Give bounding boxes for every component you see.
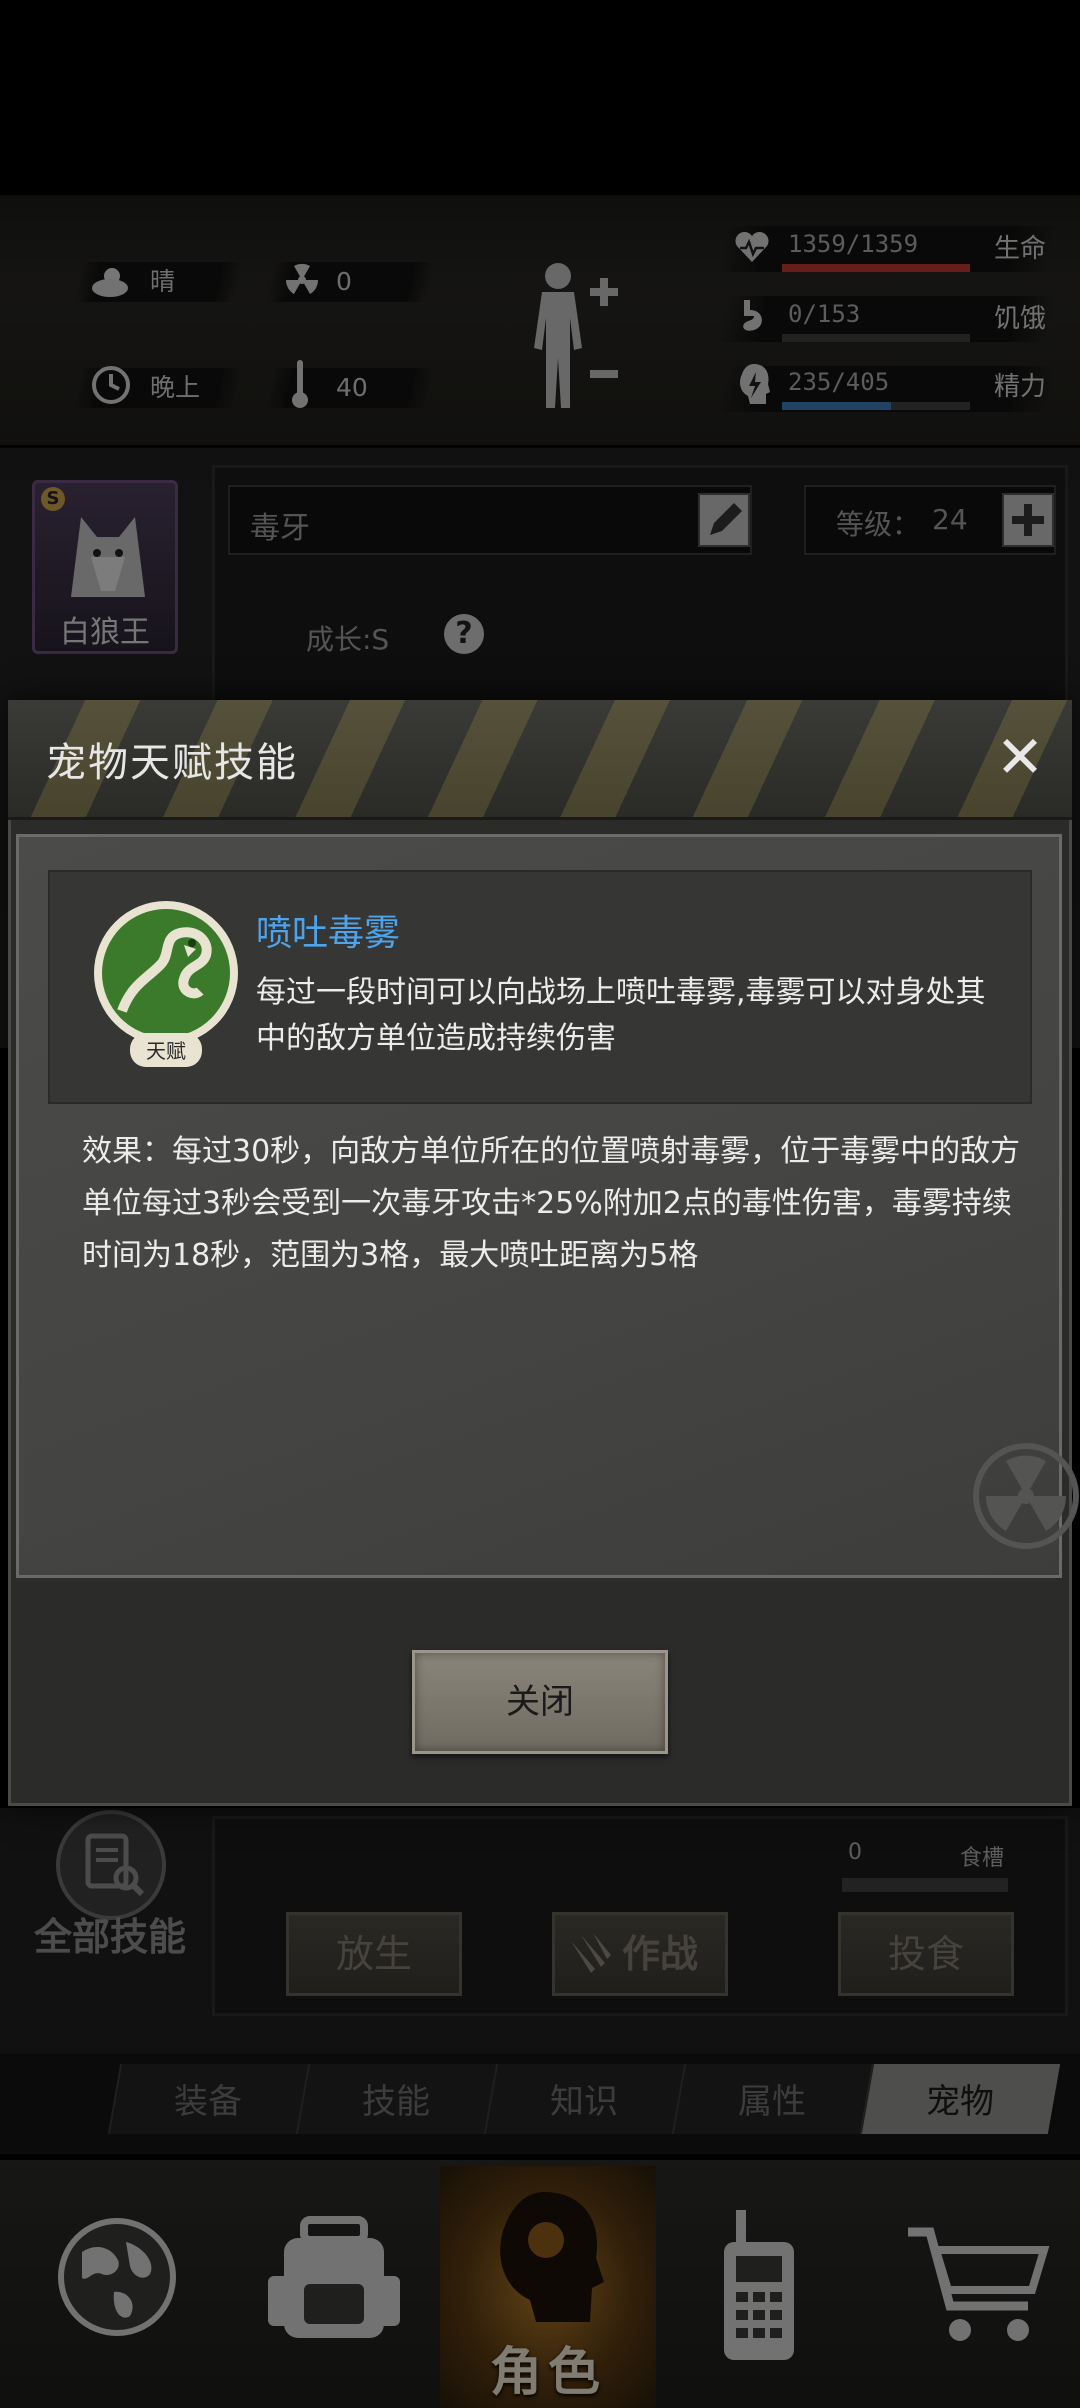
skill-description: 每过一段时间可以向战场上喷吐毒雾,毒雾可以对身处其中的敌方单位造成持续伤害 bbox=[256, 975, 986, 1056]
talent-badge: 天赋 bbox=[146, 1039, 186, 1063]
radiation-watermark-icon bbox=[973, 1443, 1079, 1549]
close-icon[interactable]: ✕ bbox=[990, 728, 1050, 788]
snake-head-icon: 天赋 bbox=[94, 901, 238, 1067]
close-button[interactable]: 关闭 bbox=[412, 1650, 668, 1754]
modal-title: 宠物天赋技能 bbox=[46, 740, 298, 786]
skill-icon: 天赋 bbox=[92, 893, 240, 1071]
skill-name: 喷吐毒雾 bbox=[256, 913, 401, 954]
skill-effect: 效果：每过30秒，向敌方单位所在的位置喷射毒雾，位于毒雾中的敌方单位每过3秒会受… bbox=[82, 1134, 1021, 1273]
